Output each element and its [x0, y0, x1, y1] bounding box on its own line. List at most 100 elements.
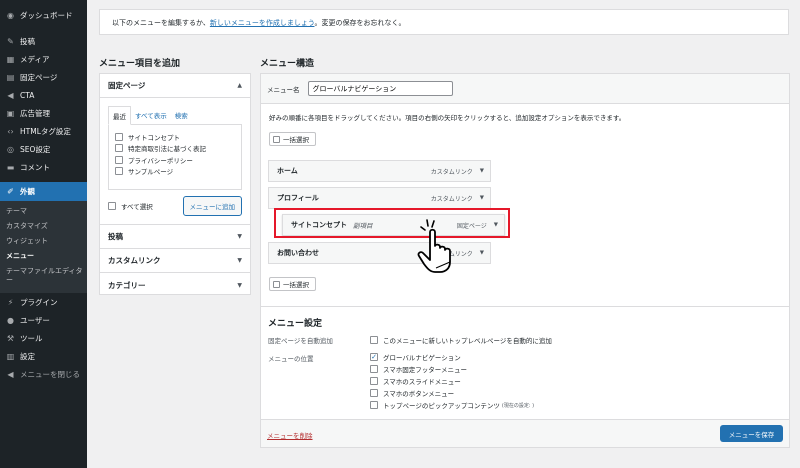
- location-checkbox[interactable]: [370, 389, 378, 397]
- list-item[interactable]: サイトコンセプト: [115, 131, 235, 143]
- sidebar-item-posts[interactable]: ✎ 投稿: [0, 32, 87, 50]
- list-item[interactable]: サンプルページ: [115, 166, 235, 178]
- expand-arrow-icon[interactable]: ▼: [480, 168, 484, 174]
- submenu-item-theme-editor[interactable]: テーマファイルエディター: [0, 264, 87, 288]
- seo-icon: ◎: [7, 144, 14, 154]
- sidebar-item-plugins[interactable]: ⚡ プラグイン: [0, 293, 87, 311]
- drag-instructions: 好みの順番に各項目をドラッグしてください。項目の右側の矢印をクリックすると、追加…: [269, 114, 626, 122]
- sidebar-item-html-tags[interactable]: ‹› HTMLタグ設定: [0, 122, 87, 140]
- tab-search[interactable]: 検索: [171, 106, 192, 125]
- sidebar-item-settings[interactable]: ▥ 設定: [0, 347, 87, 365]
- auto-add-option[interactable]: このメニューに新しいトップレベルページを自動的に追加: [370, 335, 552, 345]
- ad-icon: ▣: [6, 108, 15, 118]
- location-label: スマホ固定フッターメニュー: [383, 366, 468, 374]
- sidebar-item-pages[interactable]: ▤ 固定ページ: [0, 68, 87, 86]
- pages-checklist: サイトコンセプト 特定商取引法に基づく表記 プライバシーポリシー サンプルページ: [108, 124, 242, 190]
- sidebar-item-collapse[interactable]: ◀ メニューを閉じる: [0, 365, 87, 383]
- menu-name-label: メニュー名: [267, 85, 300, 94]
- menu-item-profile[interactable]: プロフィール カスタムリンク ▼: [268, 187, 491, 209]
- sidebar-item-appearance[interactable]: ✐ 外観: [0, 182, 87, 201]
- location-option[interactable]: ✓ グローバルナビゲーション: [370, 352, 461, 362]
- page-icon: ▤: [6, 72, 15, 82]
- delete-menu-link[interactable]: メニューを削除: [267, 430, 313, 440]
- brush-icon: ✐: [7, 187, 14, 196]
- location-option[interactable]: スマホのボタンメニュー: [370, 388, 454, 398]
- pages-tabs: 最近 すべて表示 検索: [108, 106, 242, 125]
- pages-accordion-header[interactable]: 固定ページ ▲: [100, 74, 250, 98]
- location-checkbox[interactable]: [370, 365, 378, 373]
- admin-sidebar: ◉ ダッシュボード ✎ 投稿 ▦ メディア ▤ 固定ページ ◀ CTA ▣ 広告管理 ‹› H…: [0, 0, 87, 468]
- menu-item-title: プロフィール: [277, 194, 319, 202]
- sidebar-item-media[interactable]: ▦ メディア: [0, 50, 87, 68]
- sidebar-item-dashboard[interactable]: ◉ ダッシュボード: [0, 6, 87, 24]
- sidebar-item-cta[interactable]: ◀ CTA: [0, 86, 87, 104]
- menu-location-label: メニューの位置: [268, 355, 314, 363]
- sidebar-item-ads[interactable]: ▣ 広告管理: [0, 104, 87, 122]
- expand-arrow-icon[interactable]: ▼: [480, 250, 484, 256]
- wrench-icon: ⚒: [6, 333, 15, 343]
- user-icon: ●: [7, 315, 14, 325]
- location-checkbox[interactable]: [370, 377, 378, 385]
- code-icon: ‹›: [7, 126, 14, 136]
- submenu-item-themes[interactable]: テーマ: [0, 204, 87, 219]
- location-label: グローバルナビゲーション: [383, 354, 461, 362]
- location-option[interactable]: スマホ固定フッターメニュー: [370, 364, 467, 374]
- page-checkbox[interactable]: [115, 132, 123, 141]
- tab-view-all[interactable]: すべて表示: [131, 106, 171, 125]
- menu-footer: メニューを削除 メニューを保存: [261, 419, 789, 447]
- bulk-select-checkbox[interactable]: [273, 280, 280, 288]
- expand-arrow-icon[interactable]: ▼: [480, 195, 484, 201]
- sidebar-item-tools[interactable]: ⚒ ツール: [0, 329, 87, 347]
- page-checkbox[interactable]: [115, 167, 123, 176]
- location-checkbox-checked[interactable]: ✓: [370, 353, 378, 361]
- hand-cursor-icon: [417, 219, 451, 273]
- location-label: スマホのスライドメニュー: [383, 378, 461, 386]
- bulk-select-checkbox[interactable]: [273, 135, 280, 143]
- media-icon: ▦: [6, 54, 15, 64]
- location-option[interactable]: スマホのスライドメニュー: [370, 376, 461, 386]
- page-label: 特定商取引法に基づく表記: [128, 145, 206, 154]
- edit-notice: 以下のメニューを編集するか、新しいメニューを作成しましょう。変更の保存をお忘れな…: [99, 9, 789, 35]
- menu-item-home[interactable]: ホーム カスタムリンク ▼: [268, 160, 491, 182]
- submenu-item-customize[interactable]: カスタマイズ: [0, 219, 87, 234]
- sidebar-item-seo[interactable]: ◎ SEO設定: [0, 140, 87, 158]
- chevron-up-icon: ▲: [237, 82, 242, 89]
- sidebar-item-label: 固定ページ: [20, 72, 58, 82]
- pages-header-label: 固定ページ: [108, 81, 146, 90]
- page-checkbox[interactable]: [115, 144, 123, 153]
- sidebar-item-users[interactable]: ● ユーザー: [0, 311, 87, 329]
- sidebar-item-label: 外観: [20, 187, 35, 196]
- auto-add-checkbox[interactable]: [370, 336, 378, 344]
- sidebar-item-label: 投稿: [20, 36, 35, 46]
- page-label: サンプルページ: [128, 168, 174, 177]
- page-checkbox[interactable]: [115, 155, 123, 164]
- select-all-toggle[interactable]: すべて選択: [108, 200, 153, 212]
- custom-links-accordion-header[interactable]: カスタムリンク ▼: [100, 249, 250, 273]
- menu-item-title: お問い合わせ: [277, 249, 319, 257]
- notice-text: 以下のメニューを編集するか、: [112, 19, 210, 27]
- menu-name-input[interactable]: [307, 81, 453, 96]
- create-menu-link[interactable]: 新しいメニューを作成しましょう: [210, 19, 315, 27]
- save-menu-button[interactable]: メニューを保存: [720, 425, 783, 442]
- comment-icon: ▬: [6, 162, 15, 172]
- bulk-select-button[interactable]: 一括選択: [269, 132, 316, 146]
- sidebar-item-label: 広告管理: [20, 108, 50, 118]
- location-checkbox[interactable]: [370, 401, 378, 409]
- page-label: プライバシーポリシー: [128, 156, 193, 165]
- submenu-item-menus[interactable]: メニュー: [0, 249, 87, 264]
- location-option[interactable]: トップページのピックアップコンテンツ (現在の設定: ): [370, 400, 534, 410]
- categories-accordion-header[interactable]: カテゴリー ▼: [100, 273, 250, 297]
- sidebar-item-comments[interactable]: ▬ コメント: [0, 158, 87, 176]
- location-label: トップページのピックアップコンテンツ: [383, 402, 500, 410]
- select-all-checkbox[interactable]: [108, 202, 116, 210]
- add-to-menu-button[interactable]: メニューに追加: [182, 196, 242, 216]
- dashboard-icon: ◉: [7, 10, 14, 20]
- list-item[interactable]: 特定商取引法に基づく表記: [115, 143, 235, 155]
- bulk-select-button-bottom[interactable]: 一括選択: [269, 277, 316, 291]
- tab-recent[interactable]: 最近: [108, 106, 131, 125]
- sidebar-item-label: メディア: [20, 54, 50, 64]
- list-item[interactable]: プライバシーポリシー: [115, 154, 235, 166]
- menu-item-type: カスタムリンク: [430, 168, 473, 176]
- posts-accordion-header[interactable]: 投稿 ▼: [100, 225, 250, 249]
- submenu-item-widgets[interactable]: ウィジェット: [0, 234, 87, 249]
